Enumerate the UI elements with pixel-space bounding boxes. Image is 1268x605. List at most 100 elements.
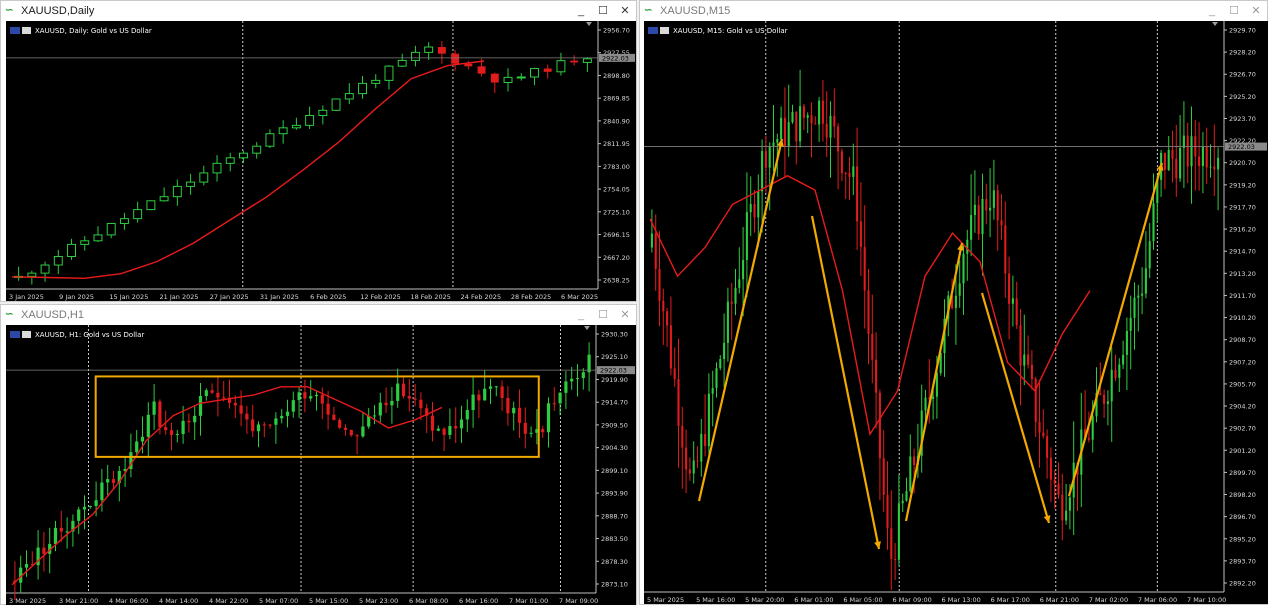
price-label: 2725.10 <box>603 208 630 216</box>
candle-body <box>291 400 295 412</box>
close-button[interactable]: ✕ <box>614 308 636 321</box>
candle-body <box>343 427 348 430</box>
candle-body <box>742 260 745 280</box>
candle-body <box>239 152 248 159</box>
candle-body <box>1042 432 1045 437</box>
candle-body <box>734 287 737 304</box>
arrowhead-icon <box>874 541 881 549</box>
candle-body <box>981 198 984 235</box>
candle-body <box>1114 369 1117 378</box>
candle-body <box>278 127 288 135</box>
candle-body <box>764 151 767 168</box>
price-label: 2919.90 <box>601 376 628 384</box>
price-label: 2896.70 <box>1229 513 1256 521</box>
candle-body <box>494 386 498 388</box>
candle-body <box>1163 152 1166 170</box>
candle-body <box>757 191 760 218</box>
trend-arrow-up-3 <box>1067 162 1164 497</box>
window-titlebar[interactable]: ∽ XAUUSD,H1 _ ☐ ✕ <box>1 305 636 324</box>
minimize-button[interactable]: _ <box>570 309 592 321</box>
minimize-button[interactable]: _ <box>570 5 592 17</box>
candle-body <box>837 126 840 152</box>
time-label: 6 Mar 08:00 <box>409 597 448 605</box>
candle-body <box>512 407 516 414</box>
time-label: 6 Mar 17:00 <box>991 596 1030 604</box>
minimize-button[interactable]: _ <box>1201 5 1223 17</box>
candle-body <box>42 547 46 554</box>
close-button[interactable]: ✕ <box>1245 4 1267 17</box>
price-chart[interactable]: XAUUSD, M15: Gold vs US Dollar 2929.70 292… <box>644 21 1268 604</box>
candle-body <box>371 79 381 84</box>
candle-body <box>897 503 900 560</box>
candle-body <box>848 173 851 177</box>
candle-body <box>53 256 63 266</box>
candle-body <box>186 181 196 187</box>
candle-body <box>1053 479 1056 484</box>
candle-body <box>780 117 783 140</box>
price-label: 2956.70 <box>603 27 630 35</box>
chart-area[interactable]: XAUUSD, M15: Gold vs US Dollar 2929.70 292… <box>644 21 1268 604</box>
price-label: 2919.20 <box>1229 181 1256 189</box>
candle-body <box>791 111 794 123</box>
candle-body <box>1027 354 1030 365</box>
candle-body <box>378 402 382 416</box>
candle-body <box>1205 146 1208 168</box>
candle-body <box>878 392 881 459</box>
maximize-button[interactable]: ☐ <box>592 308 614 321</box>
window-titlebar[interactable]: ∽ XAUUSD,Daily _ ☐ ✕ <box>1 1 636 20</box>
candle-body <box>886 494 889 529</box>
price-label: 2892.20 <box>1229 580 1256 588</box>
price-chart[interactable]: XAUUSD, Daily: Gold vs US Dollar 2956.70 2… <box>6 21 636 301</box>
candle-body <box>1129 317 1132 331</box>
chart-area[interactable]: XAUUSD, Daily: Gold vs US Dollar 2956.70 2… <box>6 21 636 301</box>
candle-body <box>331 98 341 111</box>
price-chart[interactable]: XAUUSD, H1: Gold vs US Dollar 2930.30 2925… <box>6 325 636 605</box>
candle-body <box>556 60 566 73</box>
candle-body <box>552 403 556 405</box>
candle-body <box>1171 149 1174 159</box>
price-label: 2904.30 <box>601 444 628 452</box>
chart-area[interactable]: XAUUSD, H1: Gold vs US Dollar 2930.30 2925… <box>6 325 636 605</box>
chart-header: XAUUSD, Daily: Gold vs US Dollar <box>35 27 152 35</box>
candle-body <box>490 73 499 83</box>
candle-body <box>181 420 185 435</box>
scroll-marker-icon <box>586 22 592 26</box>
price-label: 2638.25 <box>603 277 630 285</box>
candle-body <box>448 426 452 435</box>
maximize-button[interactable]: ☐ <box>1223 4 1245 17</box>
time-label: 7 Mar 01:00 <box>509 597 548 605</box>
candle-body <box>954 295 957 309</box>
candle-body <box>187 420 191 423</box>
price-tag-label: 2922.03 <box>600 367 627 375</box>
time-label: 4 Mar 06:00 <box>109 597 148 605</box>
candle-body <box>349 429 353 436</box>
chart-window-daily[interactable]: ∽ XAUUSD,Daily _ ☐ ✕ XAUUSD, Daily: Gold… <box>0 0 637 302</box>
candle-body <box>1141 293 1144 296</box>
trend-arrow-up-2 <box>904 242 964 522</box>
candle-body <box>730 301 733 304</box>
price-label: 2696.15 <box>603 231 630 239</box>
candle-body <box>1182 135 1185 148</box>
time-label: 5 Mar 2025 <box>647 596 684 604</box>
candle-body <box>658 268 661 301</box>
chart-window-m15[interactable]: ∽ XAUUSD,M15 _ ☐ ✕ XAUUSD, M15: Gold vs … <box>639 0 1268 605</box>
chart-window-h1[interactable]: ∽ XAUUSD,H1 _ ☐ ✕ XAUUSD, H1: Gold vs US… <box>0 304 637 605</box>
price-label: 2925.10 <box>601 353 628 361</box>
close-button[interactable]: ✕ <box>614 4 636 17</box>
candle-body <box>106 479 110 483</box>
candle-body <box>806 115 809 118</box>
candle-body <box>681 425 684 448</box>
candle-body <box>856 166 859 222</box>
candle-body <box>1046 436 1049 458</box>
window-titlebar[interactable]: ∽ XAUUSD,M15 _ ☐ ✕ <box>640 1 1267 20</box>
candle-body <box>802 106 805 118</box>
candle-body <box>863 246 866 291</box>
price-label: 2908.70 <box>1229 336 1256 344</box>
candle-body <box>1167 149 1170 170</box>
time-label: 6 Feb 2025 <box>310 293 346 301</box>
price-label: 2883.50 <box>601 535 628 543</box>
maximize-button[interactable]: ☐ <box>592 4 614 17</box>
candle-body <box>669 325 672 369</box>
candle-body <box>992 190 995 208</box>
candle-body <box>436 428 440 431</box>
